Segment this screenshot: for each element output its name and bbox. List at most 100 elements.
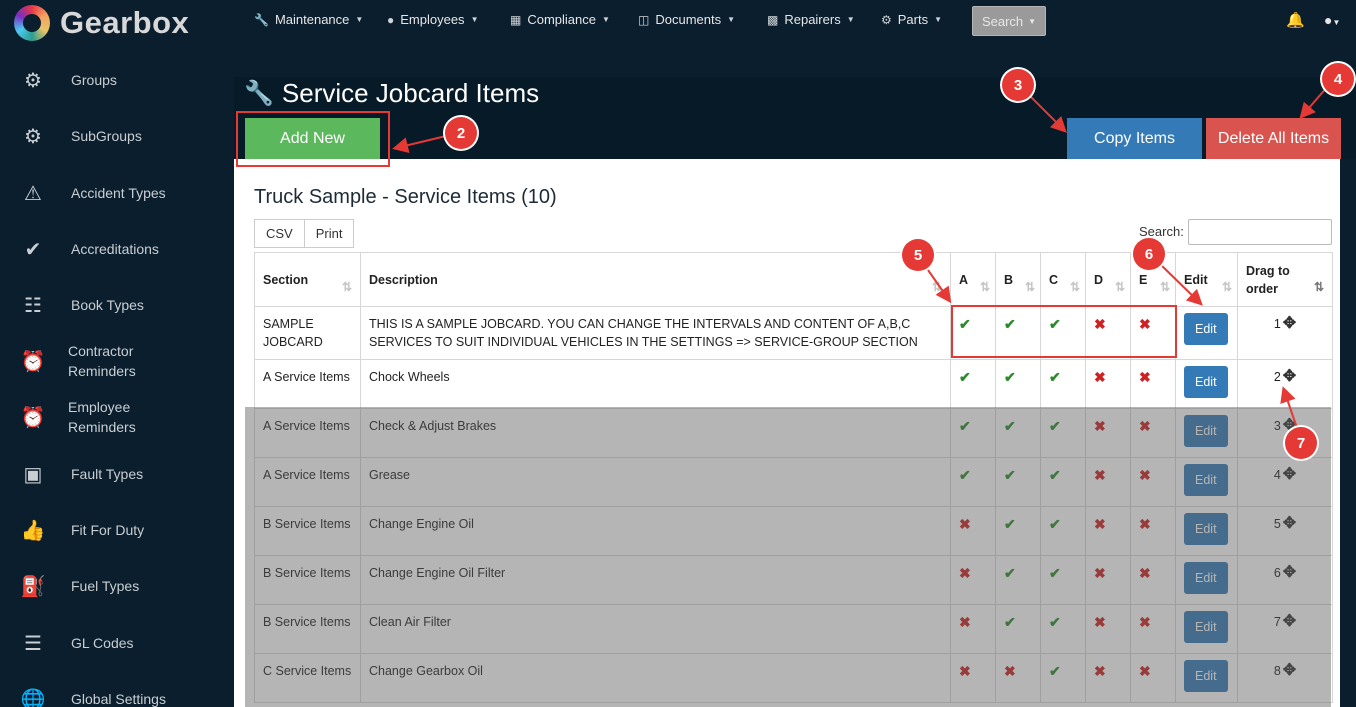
- cell-service-flag: ✖: [1130, 506, 1176, 556]
- sort-icon: ⇅: [341, 280, 352, 294]
- column-header-d[interactable]: D ⇅: [1085, 252, 1131, 307]
- nav-compliance[interactable]: ▦ Compliance ▼: [510, 12, 610, 27]
- cell-service-flag: ✔: [995, 555, 1041, 605]
- sidebar-item-accident-types[interactable]: ⚠ Accident Types: [0, 165, 232, 221]
- column-header-drag-to-order[interactable]: Drag to order ⇅: [1237, 252, 1333, 307]
- sidebar-item-label: Groups: [71, 72, 117, 88]
- cell-service-flag: ✔: [1040, 457, 1086, 507]
- cell-service-flag: ✔: [950, 457, 996, 507]
- brand[interactable]: Gearbox: [14, 5, 189, 41]
- sidebar-item-fault-types[interactable]: ▣ Fault Types: [0, 446, 232, 502]
- nav-label: Compliance: [527, 12, 596, 27]
- sidebar-item-contractor-reminders[interactable]: ⏰ Contractor Reminders: [0, 333, 232, 389]
- edit-button[interactable]: Edit: [1184, 562, 1228, 594]
- cross-icon: ✖: [1139, 663, 1151, 679]
- column-header-a[interactable]: A ⇅: [950, 252, 996, 307]
- drag-handle-icon[interactable]: ✥: [1283, 315, 1296, 332]
- edit-button[interactable]: Edit: [1184, 366, 1228, 398]
- cross-icon: ✖: [959, 663, 971, 679]
- cross-icon: ✖: [1139, 467, 1151, 483]
- drag-handle-icon[interactable]: ✥: [1283, 368, 1296, 385]
- drag-handle-icon[interactable]: ✥: [1283, 515, 1296, 532]
- cell-service-flag: ✔: [995, 408, 1041, 458]
- search-dropdown-button[interactable]: Search ▼: [972, 6, 1046, 36]
- cell-drag: 8 ✥: [1237, 653, 1333, 703]
- nav-parts[interactable]: ⚙ Parts ▼: [881, 12, 942, 27]
- edit-button[interactable]: Edit: [1184, 313, 1228, 345]
- sidebar-item-groups[interactable]: ⚙ Groups: [0, 52, 232, 108]
- cell-section: A Service Items: [254, 408, 361, 458]
- table-row[interactable]: C Service Items Change Gearbox Oil ✖ ✖ ✔ ✖ ✖ Ed…: [254, 653, 1333, 703]
- cell-service-flag: ✖: [1130, 604, 1176, 654]
- cell-drag: 3 ✥: [1237, 408, 1333, 458]
- cell-drag: 2 ✥: [1237, 359, 1333, 409]
- edit-button[interactable]: Edit: [1184, 464, 1228, 496]
- page-title: 🔧 Service Jobcard Items: [244, 78, 539, 109]
- alarm-clock-icon: ⏰: [20, 350, 46, 373]
- user-menu-icon[interactable]: ●▼: [1324, 12, 1340, 28]
- check-icon: ✔: [1004, 467, 1016, 483]
- bell-icon[interactable]: 🔔: [1286, 11, 1305, 29]
- caret-down-icon: ▼: [355, 15, 364, 24]
- column-header-b[interactable]: B ⇅: [995, 252, 1041, 307]
- table-row[interactable]: B Service Items Change Engine Oil Filter ✖…: [254, 555, 1333, 605]
- cross-icon: ✖: [1004, 663, 1016, 679]
- column-header-section[interactable]: Section ⇅: [254, 252, 361, 307]
- check-icon: ✔: [1049, 565, 1061, 581]
- cell-description: Change Engine Oil Filter: [360, 555, 951, 605]
- cell-service-flag: ✖: [1085, 506, 1131, 556]
- nav-maintenance[interactable]: 🔧 Maintenance ▼: [254, 12, 363, 27]
- sidebar-item-employee-reminders[interactable]: ⏰ Employee Reminders: [0, 389, 232, 445]
- annotation-badge: 6: [1133, 238, 1165, 270]
- table-search-input[interactable]: [1188, 219, 1332, 245]
- sort-icon: ⇅: [1024, 280, 1035, 294]
- cell-description: Change Engine Oil: [360, 506, 951, 556]
- sidebar-item-book-types[interactable]: ☷ Book Types: [0, 277, 232, 333]
- column-header-edit[interactable]: Edit ⇅: [1175, 252, 1238, 307]
- column-header-c[interactable]: C ⇅: [1040, 252, 1086, 307]
- sidebar-item-subgroups[interactable]: ⚙ SubGroups: [0, 108, 232, 164]
- sidebar-item-gl-codes[interactable]: ☰ GL Codes: [0, 615, 232, 671]
- edit-button[interactable]: Edit: [1184, 415, 1228, 447]
- order-number: 2: [1273, 370, 1281, 384]
- delete-all-items-button[interactable]: Delete All Items: [1206, 118, 1341, 159]
- column-header-description[interactable]: Description ⇅: [360, 252, 951, 307]
- edit-button[interactable]: Edit: [1184, 660, 1228, 692]
- cross-icon: ✖: [1094, 614, 1106, 630]
- nav-documents[interactable]: ◫ Documents ▼: [638, 12, 735, 27]
- cell-service-flag: ✔: [995, 604, 1041, 654]
- cell-section: A Service Items: [254, 457, 361, 507]
- sort-icon: ⇅: [979, 280, 990, 294]
- annotation-badge: 3: [1002, 69, 1034, 101]
- drag-handle-icon[interactable]: ✥: [1283, 466, 1296, 483]
- edit-button[interactable]: Edit: [1184, 513, 1228, 545]
- sidebar-item-accreditations[interactable]: ✔ Accreditations: [0, 221, 232, 277]
- drag-handle-icon[interactable]: ✥: [1283, 564, 1296, 581]
- sidebar-item-fuel-types[interactable]: ⛽ Fuel Types: [0, 558, 232, 614]
- print-button[interactable]: Print: [304, 219, 355, 248]
- check-icon: ✔: [959, 418, 971, 434]
- table-row[interactable]: B Service Items Change Engine Oil ✖ ✔ ✔ ✖ ✖ Edi…: [254, 506, 1333, 556]
- drag-handle-icon[interactable]: ✥: [1283, 613, 1296, 630]
- edit-button[interactable]: Edit: [1184, 611, 1228, 643]
- nav-repairers[interactable]: ▩ Repairers ▼: [767, 12, 855, 27]
- cell-service-flag: ✔: [995, 506, 1041, 556]
- table-row[interactable]: A Service Items Grease ✔ ✔ ✔ ✖ ✖ Edit 4 ✥: [254, 457, 1333, 507]
- cell-section: SAMPLE JOBCARD: [254, 306, 361, 360]
- check-icon: ✔: [1049, 663, 1061, 679]
- cell-edit: Edit: [1175, 653, 1238, 703]
- nav-employees[interactable]: ● Employees ▼: [387, 12, 478, 27]
- globe-icon: 🌐: [20, 688, 46, 707]
- sidebar-item-global-settings[interactable]: 🌐 Global Settings: [0, 671, 232, 707]
- drag-handle-icon[interactable]: ✥: [1283, 662, 1296, 679]
- table-row[interactable]: B Service Items Clean Air Filter ✖ ✔ ✔ ✖ ✖ Edit…: [254, 604, 1333, 654]
- copy-items-button[interactable]: Copy Items: [1067, 118, 1202, 159]
- table-row[interactable]: A Service Items Chock Wheels ✔ ✔ ✔ ✖ ✖ Edit 2 ✥: [254, 359, 1333, 409]
- cross-icon: ✖: [1094, 663, 1106, 679]
- csv-button[interactable]: CSV: [254, 219, 305, 248]
- table-row[interactable]: A Service Items Check & Adjust Brakes ✔ ✔ ✔ ✖…: [254, 408, 1333, 458]
- sidebar-item-label: Fit For Duty: [71, 522, 145, 538]
- sidebar-item-fit-for-duty[interactable]: 👍 Fit For Duty: [0, 502, 232, 558]
- cell-description: Check & Adjust Brakes: [360, 408, 951, 458]
- cell-description: Change Gearbox Oil: [360, 653, 951, 703]
